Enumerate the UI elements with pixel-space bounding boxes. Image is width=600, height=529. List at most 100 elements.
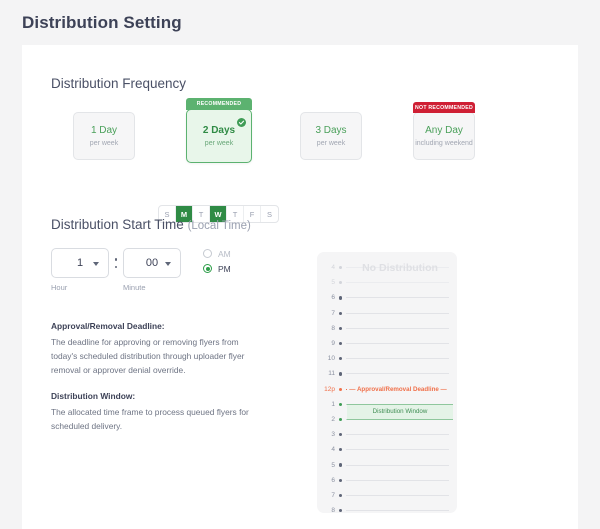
timeline-line	[346, 358, 449, 360]
frequency-card-main-label: 2 Days	[202, 125, 236, 136]
timeline-hour-label: 1	[331, 400, 335, 408]
timeline-line	[346, 494, 449, 496]
timeline-dot-icon	[339, 433, 343, 437]
timeline-dot-icon	[339, 357, 343, 361]
timeline-line	[346, 388, 449, 390]
timeline-dot-icon	[339, 448, 343, 452]
distribution-window-body: The allocated time frame to process queu…	[51, 407, 249, 431]
page-header: Distribution Setting	[0, 0, 600, 45]
timeline-row: 5	[317, 457, 449, 472]
timeline-row: 8	[317, 321, 449, 336]
timeline-line	[346, 449, 449, 451]
timeline-line	[346, 282, 449, 284]
time-controls: 1 Hour 00 Minute AM PM	[51, 248, 231, 292]
colon-dot-bottom	[114, 265, 118, 268]
radio-row-pm[interactable]: PM	[203, 261, 231, 276]
chevron-down-icon	[165, 262, 171, 266]
timeline-row: 11	[317, 366, 449, 381]
start-time-local-note: (Local Time)	[187, 220, 251, 232]
timeline-line	[346, 510, 449, 512]
timeline-dot-icon	[339, 311, 343, 315]
timeline-hour-label: 5	[331, 461, 335, 469]
frequency-card-sub-label: per week	[316, 140, 346, 147]
frequency-card-2-days[interactable]: RECOMMENDED 2 Days per week	[186, 98, 252, 163]
timeline-hour-label: 8	[331, 324, 335, 332]
timeline-hour-label: 6	[331, 476, 335, 484]
timeline-line	[346, 343, 449, 345]
timeline-row: 5	[317, 275, 449, 290]
timeline-line	[346, 464, 449, 466]
approval-deadline-heading: Approval/Removal Deadline:	[51, 321, 165, 331]
hour-select-value: 1	[76, 257, 84, 269]
radio-pm-icon	[203, 264, 212, 273]
timeline-dot-icon	[339, 281, 343, 285]
radio-row-am[interactable]: AM	[203, 246, 231, 261]
frequency-card-main-label: 1 Day	[90, 125, 118, 136]
timeline-row: 9	[317, 336, 449, 351]
hour-select[interactable]: 1	[51, 248, 109, 278]
timeline-line	[346, 373, 449, 375]
timeline-line	[346, 312, 449, 314]
timeline-row: 4	[317, 260, 449, 275]
radio-am-icon	[203, 249, 212, 258]
frequency-title-text: Distribution Frequency	[51, 76, 187, 91]
frequency-card-sub-label: including weekend	[415, 140, 473, 147]
timeline-row: 1	[317, 397, 449, 412]
minute-field-label: Minute	[123, 283, 146, 292]
timeline-dot-icon	[339, 402, 343, 406]
chevron-down-icon	[93, 262, 99, 266]
timeline-hour-label: 11	[328, 370, 335, 378]
timeline-line	[346, 403, 449, 405]
frequency-card-3-days[interactable]: 3 Days per week	[300, 112, 362, 160]
start-time-title-text: Distribution Start Time	[51, 217, 184, 232]
distribution-start-time-title: Distribution Start Time (Local Time)	[51, 217, 251, 232]
minute-select-wrap: 00 Minute	[123, 248, 181, 292]
colon-dot-top	[114, 258, 118, 261]
timeline-row: 7	[317, 488, 449, 503]
timeline-hour-label: 4	[331, 264, 335, 272]
frequency-card-main-label: 3 Days	[315, 125, 347, 136]
timeline-line	[346, 434, 449, 436]
timeline-line	[346, 297, 449, 299]
timeline-dot-icon	[339, 509, 343, 513]
timeline-hour-label: 8	[331, 507, 335, 513]
timeline-line	[346, 267, 449, 269]
timeline-dot-icon	[339, 341, 343, 346]
timeline-dot-icon	[339, 478, 343, 482]
timeline-line	[346, 418, 449, 420]
page-title: Distribution Setting	[22, 12, 182, 32]
timeline-hour-label: 10	[327, 355, 335, 363]
distribution-frequency-title: Distribution Frequency	[51, 76, 186, 91]
frequency-card-any-day[interactable]: NOT RECOMMENDED Any Day including weeken…	[413, 102, 475, 160]
timeline-row: 8	[317, 503, 449, 513]
minute-select[interactable]: 00	[123, 248, 181, 278]
timeline-hour-label: 3	[331, 431, 335, 439]
check-circle-icon	[237, 114, 246, 127]
timeline-hour-label: 6	[331, 294, 335, 302]
am-pm-radio-group: AM PM	[203, 246, 231, 276]
approval-deadline-body: The deadline for approving or removing f…	[51, 337, 245, 375]
hour-field-label: Hour	[51, 283, 68, 292]
minute-select-value: 00	[145, 257, 159, 269]
recommended-badge: RECOMMENDED	[186, 98, 252, 110]
timeline-hour-label: 7	[331, 491, 335, 499]
timeline-row: 7	[317, 306, 449, 321]
timeline-dot-icon	[339, 417, 343, 422]
timeline-dot-icon	[339, 493, 343, 497]
not-recommended-badge: NOT RECOMMENDED	[413, 102, 475, 113]
frequency-card-sub-label: per week	[204, 140, 234, 147]
timeline-dot-icon	[339, 266, 343, 270]
day-cell-saturday[interactable]: S	[261, 206, 278, 222]
frequency-card-group: 1 Day per week RECOMMENDED 2 Days per we…	[51, 98, 475, 168]
frequency-card-main-label: Any Day	[425, 125, 463, 136]
timeline-dot-icon	[339, 463, 343, 467]
distribution-window-heading: Distribution Window:	[51, 391, 136, 401]
frequency-card-1-day[interactable]: 1 Day per week	[73, 112, 135, 160]
timeline-row: 3	[317, 427, 449, 442]
timeline-hour-label: 12p	[324, 385, 335, 393]
timeline-hour-label: 2	[331, 415, 335, 423]
timeline-dot-icon	[339, 296, 343, 300]
timeline-dot-icon	[339, 387, 343, 391]
timeline-hour-label: 7	[331, 309, 335, 317]
timeline-row: 2	[317, 412, 449, 427]
